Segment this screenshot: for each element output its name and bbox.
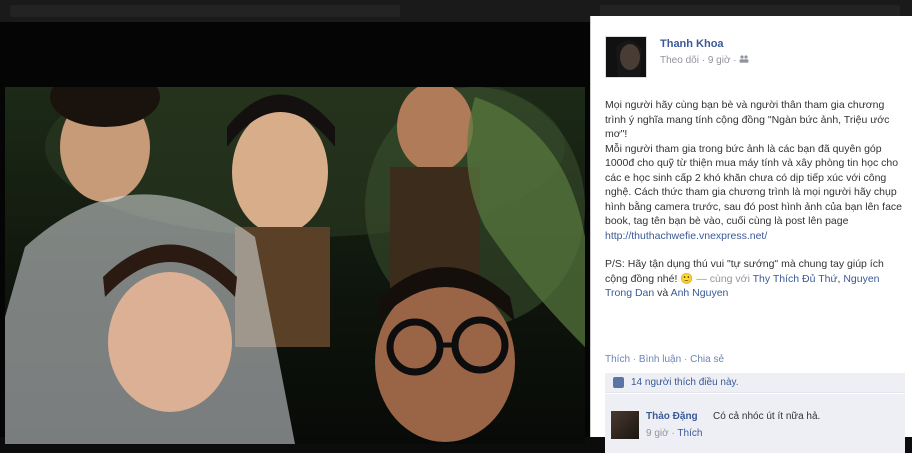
likes-text[interactable]: 14 người thích điều này. — [631, 377, 739, 388]
follow-link[interactable]: Theo dõi — [660, 55, 699, 66]
photo[interactable] — [5, 87, 585, 444]
comment-text: Có cả nhóc út ít nữa hả. — [713, 411, 821, 422]
comment-action[interactable]: Bình luận — [639, 354, 681, 365]
commenter-avatar[interactable] — [611, 411, 639, 439]
page-link[interactable]: http://thuthachwefie.vnexpress.net/ — [605, 230, 767, 242]
like-action[interactable]: Thích — [605, 354, 630, 365]
likes-summary[interactable]: 14 người thích điều này. — [605, 373, 905, 393]
thumbs-up-icon — [613, 377, 624, 388]
tag-1[interactable]: Thy Thích Đủ Thứ — [753, 273, 838, 285]
meta-dot-2: · — [733, 55, 737, 66]
comment-like-link[interactable]: Thích — [677, 428, 702, 439]
avatar-image — [606, 37, 646, 77]
photo-illustration — [5, 87, 585, 444]
post-paragraph-2: Mỗi người tham gia trong bức ảnh là các … — [605, 142, 905, 244]
friends-icon[interactable] — [739, 55, 749, 66]
comment-sep: · — [671, 428, 675, 439]
comment-time[interactable]: 9 giờ — [646, 428, 669, 439]
post-panel: Thanh Khoa Theo dõi · 9 giờ · Mọi người … — [590, 16, 912, 453]
post-paragraph-3: P/S: Hãy tận dụng thú vui "tự sướng" mà … — [605, 257, 905, 301]
post-time[interactable]: 9 giờ — [708, 55, 731, 66]
share-action[interactable]: Chia sẻ — [690, 354, 724, 365]
post-meta: Theo dõi · 9 giờ · — [660, 55, 749, 66]
tag-3[interactable]: Anh Nguyen — [671, 287, 729, 299]
meta-dot: · — [701, 55, 706, 66]
action-sep-2: · — [683, 354, 688, 365]
commenter-name[interactable]: Thảo Đặng — [646, 411, 698, 422]
smile-icon: 🙂 — [680, 272, 694, 285]
top-bar-left — [10, 5, 400, 17]
post-paragraph-2-text: Mỗi người tham gia trong bức ảnh là các … — [605, 142, 903, 228]
friends-icon-svg — [739, 55, 749, 63]
with-label: — cùng với — [696, 272, 750, 285]
photo-viewer-stage — [0, 22, 590, 444]
post-paragraph-1: Mọi người hãy cùng bạn bè và người thân … — [605, 99, 890, 140]
comment-meta: 9 giờ · Thích — [646, 428, 702, 439]
and-label: và — [657, 287, 669, 299]
post-text: Mọi người hãy cùng bạn bè và người thân … — [605, 98, 905, 301]
comment-item: Thảo Đặng Có cả nhóc út ít nữa hả. 9 giờ… — [605, 394, 905, 453]
author-avatar[interactable] — [605, 36, 647, 78]
author-name[interactable]: Thanh Khoa — [660, 38, 724, 50]
post-actions: Thích · Bình luận · Chia sẻ — [605, 354, 724, 365]
action-sep: · — [632, 354, 637, 365]
